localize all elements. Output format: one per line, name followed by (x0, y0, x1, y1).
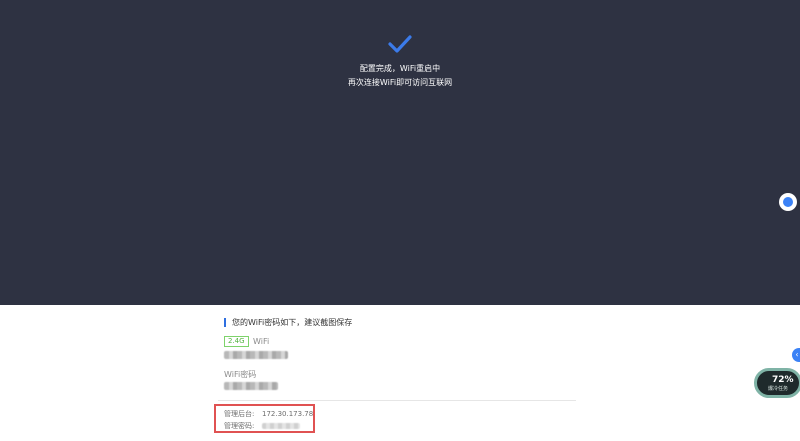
admin-console-url[interactable]: 172.30.173.78 (262, 410, 313, 419)
band-tag: 2.4G (224, 336, 249, 347)
divider (218, 400, 576, 401)
section-title: 您的WiFi密码如下，建议截图保存 (232, 318, 353, 327)
wifi-password-label: WiFi密码 (224, 370, 257, 379)
status-subtext: 再次连接WiFi即可访问互联网 (347, 78, 453, 87)
side-collapse-tab[interactable]: ‹ (792, 348, 800, 362)
check-icon (388, 35, 412, 53)
admin-password-label: 管理密码: (224, 422, 255, 430)
wifi-name-label: WiFi (253, 337, 270, 346)
admin-password-redacted (262, 423, 300, 429)
speed-widget-value: 72% (772, 375, 794, 385)
speed-widget-label: 爆冷任务 (768, 386, 789, 392)
support-icon (783, 197, 793, 207)
status-message: 配置完成，WiFi重启中 (359, 64, 441, 73)
wifi-info-panel (0, 305, 800, 441)
status-panel: 配置完成，WiFi重启中 再次连接WiFi即可访问互联网 (0, 0, 800, 305)
wifi-password-redacted (224, 382, 278, 390)
section-marker (224, 318, 226, 327)
wifi-name-redacted (224, 351, 288, 359)
admin-console-label: 管理后台: (224, 410, 255, 418)
support-float-button[interactable] (779, 193, 797, 211)
